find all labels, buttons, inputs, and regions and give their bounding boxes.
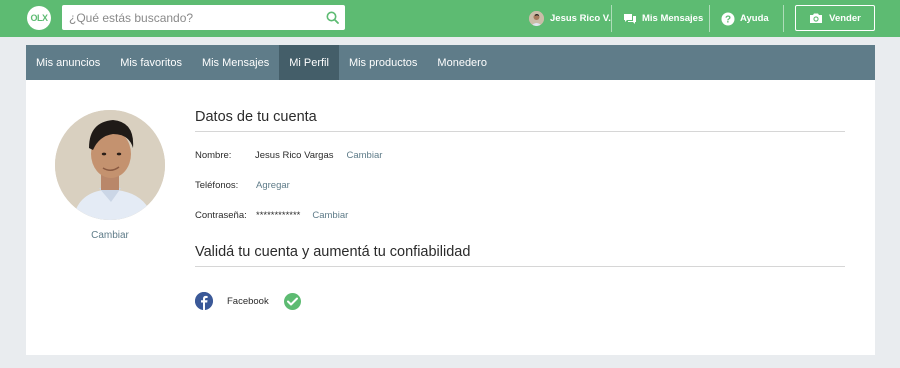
tab-mis-anuncios[interactable]: Mis anuncios [26, 45, 110, 80]
facebook-label: Facebook [227, 295, 269, 307]
tab-mis-favoritos[interactable]: Mis favoritos [110, 45, 192, 80]
header-divider [783, 5, 784, 32]
search-box [62, 5, 345, 30]
tab-mis-mensajes[interactable]: Mis Mensajes [192, 45, 279, 80]
svg-text:?: ? [725, 14, 731, 25]
name-row: Nombre: Jesus Rico Vargas Cambiar [195, 150, 382, 161]
messages-link[interactable]: Mis Mensajes [623, 0, 703, 37]
title-divider [195, 131, 845, 132]
chat-icon [623, 13, 637, 25]
header-divider [709, 5, 710, 32]
name-label: Nombre: [195, 150, 232, 161]
top-header: OLX Jesus Rico V. Mis Mensajes ? Ayuda V… [0, 0, 900, 37]
help-link[interactable]: ? Ayuda [721, 0, 769, 37]
help-label: Ayuda [740, 13, 769, 24]
password-label: Contraseña: [195, 210, 247, 221]
name-value: Jesus Rico Vargas [255, 150, 334, 161]
tab-monedero[interactable]: Monedero [427, 45, 497, 80]
add-phone-link[interactable]: Agregar [256, 180, 290, 191]
profile-photo [55, 110, 165, 220]
change-password-link[interactable]: Cambiar [312, 210, 348, 221]
facebook-verification: Facebook [195, 292, 301, 310]
verified-check-icon [283, 292, 301, 310]
messages-label: Mis Mensajes [642, 13, 704, 24]
password-row: Contraseña: ************ Cambiar [195, 210, 348, 221]
phones-label: Teléfonos: [195, 180, 239, 191]
olx-logo[interactable]: OLX [27, 6, 51, 30]
profile-card [26, 80, 875, 355]
account-data-title: Datos de tu cuenta [195, 109, 317, 125]
sell-button[interactable]: Vender [795, 5, 875, 31]
facebook-icon[interactable] [195, 292, 213, 310]
change-name-link[interactable]: Cambiar [347, 150, 383, 161]
tab-mi-perfil[interactable]: Mi Perfil [279, 45, 339, 80]
phones-row: Teléfonos: Agregar [195, 180, 290, 191]
user-menu[interactable]: Jesus Rico V. [529, 0, 611, 37]
camera-icon [809, 12, 823, 24]
search-icon[interactable] [319, 5, 345, 30]
validate-title: Validá tu cuenta y aumentá tu confiabili… [195, 244, 471, 260]
change-photo-link[interactable]: Cambiar [55, 230, 165, 241]
password-value: ************ [256, 210, 301, 221]
tab-mis-productos[interactable]: Mis productos [339, 45, 427, 80]
user-name: Jesus Rico V. [550, 13, 611, 24]
search-input[interactable] [62, 5, 319, 30]
help-icon: ? [721, 12, 735, 26]
validate-divider [195, 266, 845, 267]
user-avatar [529, 11, 544, 26]
header-divider [611, 5, 612, 32]
account-tabs: Mis anuncios Mis favoritos Mis Mensajes … [26, 45, 875, 80]
sell-label: Vender [829, 12, 861, 24]
